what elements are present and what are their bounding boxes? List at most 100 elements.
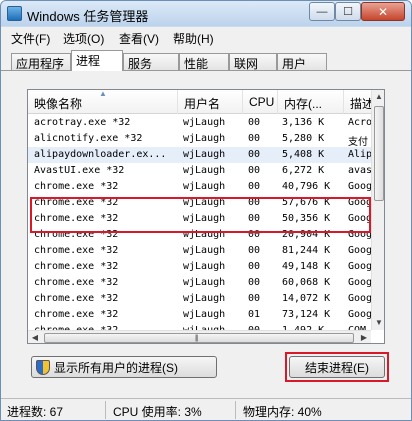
process-memory: 5,408 K: [282, 149, 325, 160]
vertical-scrollbar[interactable]: ▲ ▼: [371, 90, 384, 330]
tab-strip: 应用程序 进程 服务 性能 联网 用户: [1, 47, 411, 71]
process-user: wjLaugh: [183, 245, 226, 256]
horizontal-scrollbar[interactable]: ◀ ||| ▶: [28, 330, 371, 343]
end-process-label: 结束进程(E): [305, 360, 369, 375]
process-cpu: 00: [248, 133, 261, 144]
table-row[interactable]: AvastUI.exe *32 wjLaugh 00 6,272 Kavas: [28, 163, 372, 179]
process-memory: 73,124 K: [282, 309, 331, 320]
process-name: AvastUI.exe *32: [34, 165, 125, 176]
minimize-icon: —: [316, 5, 328, 18]
process-name: chrome.exe *32: [34, 309, 119, 320]
process-memory: 14,072 K: [282, 293, 331, 304]
status-cpu-usage: CPU 使用率: 3%: [113, 405, 202, 419]
task-manager-window: Windows 任务管理器 — ☐ ✕ 文件(F) 选项(O) 查看(V) 帮助…: [0, 0, 412, 421]
menu-view[interactable]: 查看(V): [119, 30, 159, 47]
table-row[interactable]: chrome.exe *32 wjLaugh 00 49,148 K Goog: [28, 259, 372, 275]
window-title: Windows 任务管理器: [27, 9, 149, 24]
table-row[interactable]: alipaydownloader.ex... wjLaugh 00 5,408 K Al…: [28, 147, 372, 163]
table-row[interactable]: chrome.exe *32 wjLaugh 00 60,068 K Goog: [28, 275, 372, 291]
show-all-processes-button[interactable]: 显示所有用户的进程(S): [31, 356, 217, 378]
menu-help[interactable]: 帮助(H): [173, 30, 214, 47]
table-row[interactable]: acrotray.exe *32 wjLaugh 00 3,136 K Acro: [28, 115, 372, 131]
process-cpu: 00: [248, 165, 261, 176]
process-name: chrome.exe *32: [34, 181, 119, 192]
uac-shield-icon: [36, 359, 50, 375]
tab-processes[interactable]: 进程: [71, 50, 123, 71]
process-cpu: 00: [248, 181, 261, 192]
table-row[interactable]: chrome.exe *32 wjLaugh 00 81,244 K Goog: [28, 243, 372, 259]
column-user-name[interactable]: 用户名: [178, 90, 243, 114]
status-bar: 进程数: 67 CPU 使用率: 3% 物理内存: 40%: [1, 398, 411, 420]
process-cpu: 00: [248, 117, 261, 128]
process-user: wjLaugh: [183, 117, 226, 128]
table-row[interactable]: chrome.exe *32 wjLaugh 01 73,124 K Goog: [28, 307, 372, 323]
tab-networking[interactable]: 联网: [229, 53, 277, 71]
close-button[interactable]: ✕: [361, 2, 405, 21]
tab-applications[interactable]: 应用程序: [11, 53, 71, 71]
tab-performance[interactable]: 性能: [179, 53, 229, 71]
process-memory: 60,068 K: [282, 277, 331, 288]
title-bar[interactable]: Windows 任务管理器 — ☐ ✕: [1, 1, 411, 26]
process-cpu: 00: [248, 245, 261, 256]
minimize-button[interactable]: —: [309, 2, 335, 21]
process-user: wjLaugh: [183, 149, 226, 160]
show-all-processes-label: 显示所有用户的进程(S): [54, 360, 178, 375]
column-header-row: ▲ 映像名称 用户名 CPU 内存(... 描述: [28, 90, 374, 114]
process-memory: 81,244 K: [282, 245, 331, 256]
menu-file[interactable]: 文件(F): [11, 30, 50, 47]
process-memory: 40,796 K: [282, 181, 331, 192]
maximize-icon: ☐: [343, 6, 353, 18]
process-name: chrome.exe *32: [34, 293, 119, 304]
process-user: wjLaugh: [183, 165, 226, 176]
processes-panel: ▲ 映像名称 用户名 CPU 内存(... 描述 acrotray.exe *3…: [1, 70, 411, 398]
annotation-highlight-rows: [30, 197, 371, 233]
horizontal-scroll-thumb[interactable]: |||: [44, 333, 354, 343]
process-cpu: 00: [248, 261, 261, 272]
scroll-left-icon[interactable]: ◀: [28, 331, 42, 343]
process-name: acrotray.exe *32: [34, 117, 131, 128]
process-memory: 3,136 K: [282, 117, 325, 128]
scroll-up-icon[interactable]: ▲: [372, 90, 384, 104]
tab-users[interactable]: 用户: [277, 53, 327, 71]
status-process-count: 进程数: 67: [7, 405, 64, 419]
scroll-down-icon[interactable]: ▼: [372, 316, 384, 330]
status-memory: 物理内存: 40%: [243, 405, 322, 419]
column-image-name[interactable]: ▲ 映像名称: [28, 90, 178, 114]
menu-bar: 文件(F) 选项(O) 查看(V) 帮助(H): [1, 27, 411, 47]
process-memory: 6,272 K: [282, 165, 325, 176]
process-name: chrome.exe *32: [34, 277, 119, 288]
process-name: chrome.exe *32: [34, 245, 119, 256]
status-separator: [235, 401, 236, 419]
table-row[interactable]: alicnotify.exe *32 wjLaugh 00 5,280 K 支付: [28, 131, 371, 148]
process-cpu: 00: [248, 293, 261, 304]
process-name: chrome.exe *32: [34, 261, 119, 272]
process-user: wjLaugh: [183, 277, 226, 288]
process-user: wjLaugh: [183, 181, 226, 192]
process-name: alipaydownloader.ex...: [34, 149, 167, 160]
process-cpu: 01: [248, 309, 261, 320]
column-memory[interactable]: 内存(...: [278, 90, 344, 114]
process-cpu: 00: [248, 277, 261, 288]
process-name: alicnotify.exe *32: [34, 133, 143, 144]
maximize-button[interactable]: ☐: [335, 2, 361, 21]
process-cpu: 00: [248, 149, 261, 160]
process-user: wjLaugh: [183, 133, 226, 144]
grip-icon: |||: [195, 335, 199, 342]
scroll-right-icon[interactable]: ▶: [357, 331, 371, 343]
end-process-button[interactable]: 结束进程(E): [289, 356, 385, 378]
close-icon: ✕: [377, 4, 389, 19]
process-user: wjLaugh: [183, 309, 226, 320]
task-manager-icon: [7, 6, 22, 21]
process-memory: 49,148 K: [282, 261, 331, 272]
column-description[interactable]: 描述: [344, 90, 374, 114]
table-row[interactable]: chrome.exe *32 wjLaugh 00 40,796 K Goog: [28, 179, 372, 195]
sort-up-icon: ▲: [99, 90, 107, 98]
tab-services[interactable]: 服务: [123, 53, 179, 71]
process-user: wjLaugh: [183, 261, 226, 272]
column-cpu[interactable]: CPU: [243, 90, 278, 114]
table-row[interactable]: chrome.exe *32 wjLaugh 00 14,072 K Goog: [28, 291, 372, 307]
status-separator: [105, 401, 106, 419]
menu-options[interactable]: 选项(O): [63, 30, 104, 47]
vertical-scroll-thumb[interactable]: [374, 106, 384, 201]
process-user: wjLaugh: [183, 293, 226, 304]
